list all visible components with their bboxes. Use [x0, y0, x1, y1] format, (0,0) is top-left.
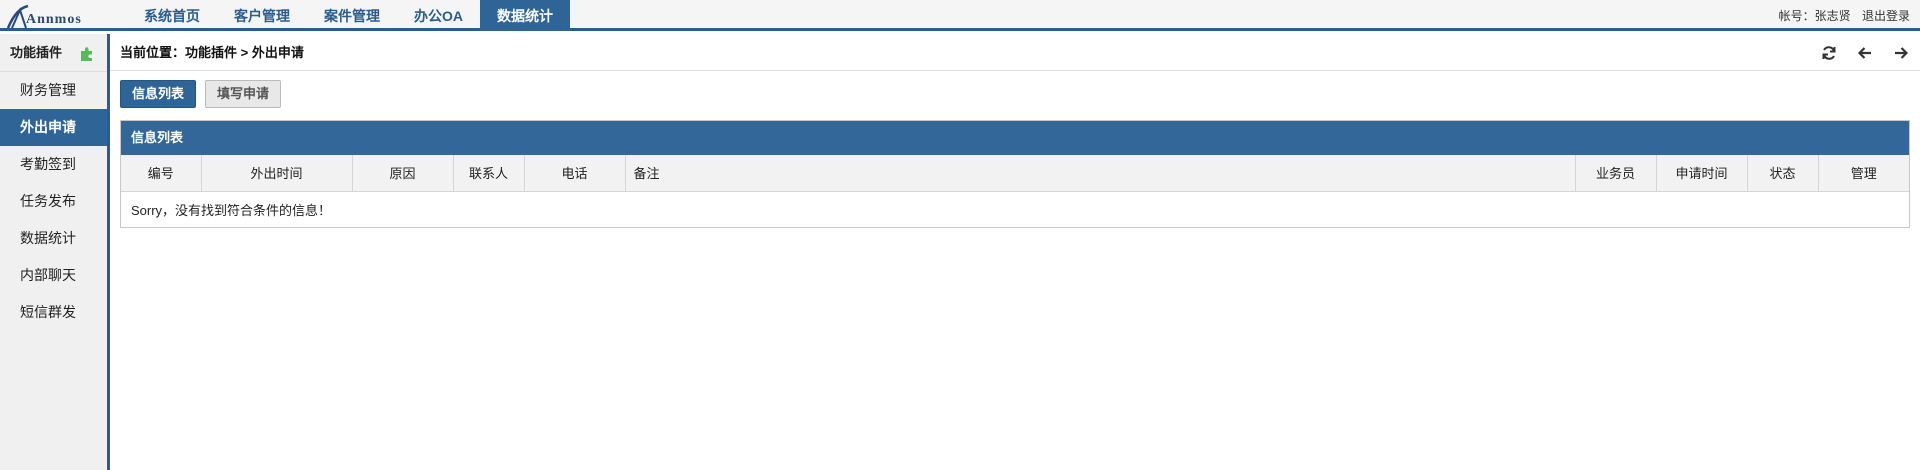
nav-item-customers[interactable]: 客户管理 [217, 0, 307, 31]
user-area: 帐号：张志贤 退出登录 [1771, 0, 1910, 31]
col-contact: 联系人 [453, 155, 525, 192]
empty-message: Sorry，没有找到符合条件的信息！ [131, 202, 332, 218]
col-reason: 原因 [352, 155, 454, 192]
nav-item-cases[interactable]: 案件管理 [307, 0, 397, 31]
refresh-icon[interactable] [1820, 44, 1838, 62]
toolbar-icons [1820, 44, 1910, 62]
logo[interactable]: Annmos [6, 4, 106, 29]
sidebar-item-finance[interactable]: 财务管理 [0, 72, 107, 109]
nav-item-office-oa[interactable]: 办公OA [397, 0, 480, 31]
col-salesperson: 业务员 [1575, 155, 1657, 192]
col-apply-time: 申请时间 [1656, 155, 1748, 192]
main-nav: 系统首页 客户管理 案件管理 办公OA 数据统计 [127, 0, 570, 31]
nav-item-statistics[interactable]: 数据统计 [480, 0, 570, 31]
breadcrumb: 当前位置：功能插件 > 外出申请 [120, 45, 304, 60]
col-status: 状态 [1747, 155, 1819, 192]
sidebar-item-attendance[interactable]: 考勤签到 [0, 146, 107, 183]
col-phone: 电话 [524, 155, 626, 192]
col-manage: 管理 [1818, 155, 1909, 192]
puzzle-icon [81, 47, 92, 61]
panel-title: 信息列表 [121, 121, 1909, 155]
sidebar-item-sms-broadcast[interactable]: 短信群发 [0, 294, 107, 331]
col-id: 编号 [121, 155, 202, 192]
logout-link[interactable]: 退出登录 [1862, 9, 1910, 23]
top-navigation-bar: Annmos 系统首页 客户管理 案件管理 办公OA 数据统计 帐号：张志贤 退… [0, 0, 1920, 31]
back-arrow-icon[interactable] [1856, 44, 1874, 62]
forward-arrow-icon[interactable] [1892, 44, 1910, 62]
sidebar-item-outing-request[interactable]: 外出申请 [0, 109, 107, 146]
breadcrumb-bar: 当前位置：功能插件 > 外出申请 [110, 34, 1920, 71]
sidebar-title: 功能插件 [10, 45, 63, 60]
account-label: 帐号：张志贤 [1778, 9, 1851, 23]
main-content: 当前位置：功能插件 > 外出申请 信息列表 填写申请 信息列表 编号 外出时间 … [110, 34, 1920, 470]
empty-row: Sorry，没有找到符合条件的信息！ [121, 191, 1909, 227]
sidebar-header: 功能插件 [0, 34, 107, 72]
col-outing-time: 外出时间 [201, 155, 353, 192]
sidebar-item-task-publish[interactable]: 任务发布 [0, 183, 107, 220]
nav-item-home[interactable]: 系统首页 [127, 0, 217, 31]
col-remarks: 备注 [625, 155, 1576, 192]
logo-text: Annmos [26, 12, 82, 27]
sidebar-item-statistics[interactable]: 数据统计 [0, 220, 107, 257]
sidebar: 功能插件 财务管理 外出申请 考勤签到 任务发布 数据统计 内部聊天 短信群发 [0, 34, 110, 470]
info-list-button[interactable]: 信息列表 [120, 80, 197, 108]
info-list-panel: 信息列表 编号 外出时间 原因 联系人 电话 备注 业务员 申请时间 状态 管理… [120, 120, 1910, 228]
sidebar-item-internal-chat[interactable]: 内部聊天 [0, 257, 107, 294]
table-header-row: 编号 外出时间 原因 联系人 电话 备注 业务员 申请时间 状态 管理 [121, 155, 1909, 192]
fill-application-button[interactable]: 填写申请 [205, 80, 282, 108]
info-table: 编号 外出时间 原因 联系人 电话 备注 业务员 申请时间 状态 管理 Sorr… [121, 155, 1909, 227]
